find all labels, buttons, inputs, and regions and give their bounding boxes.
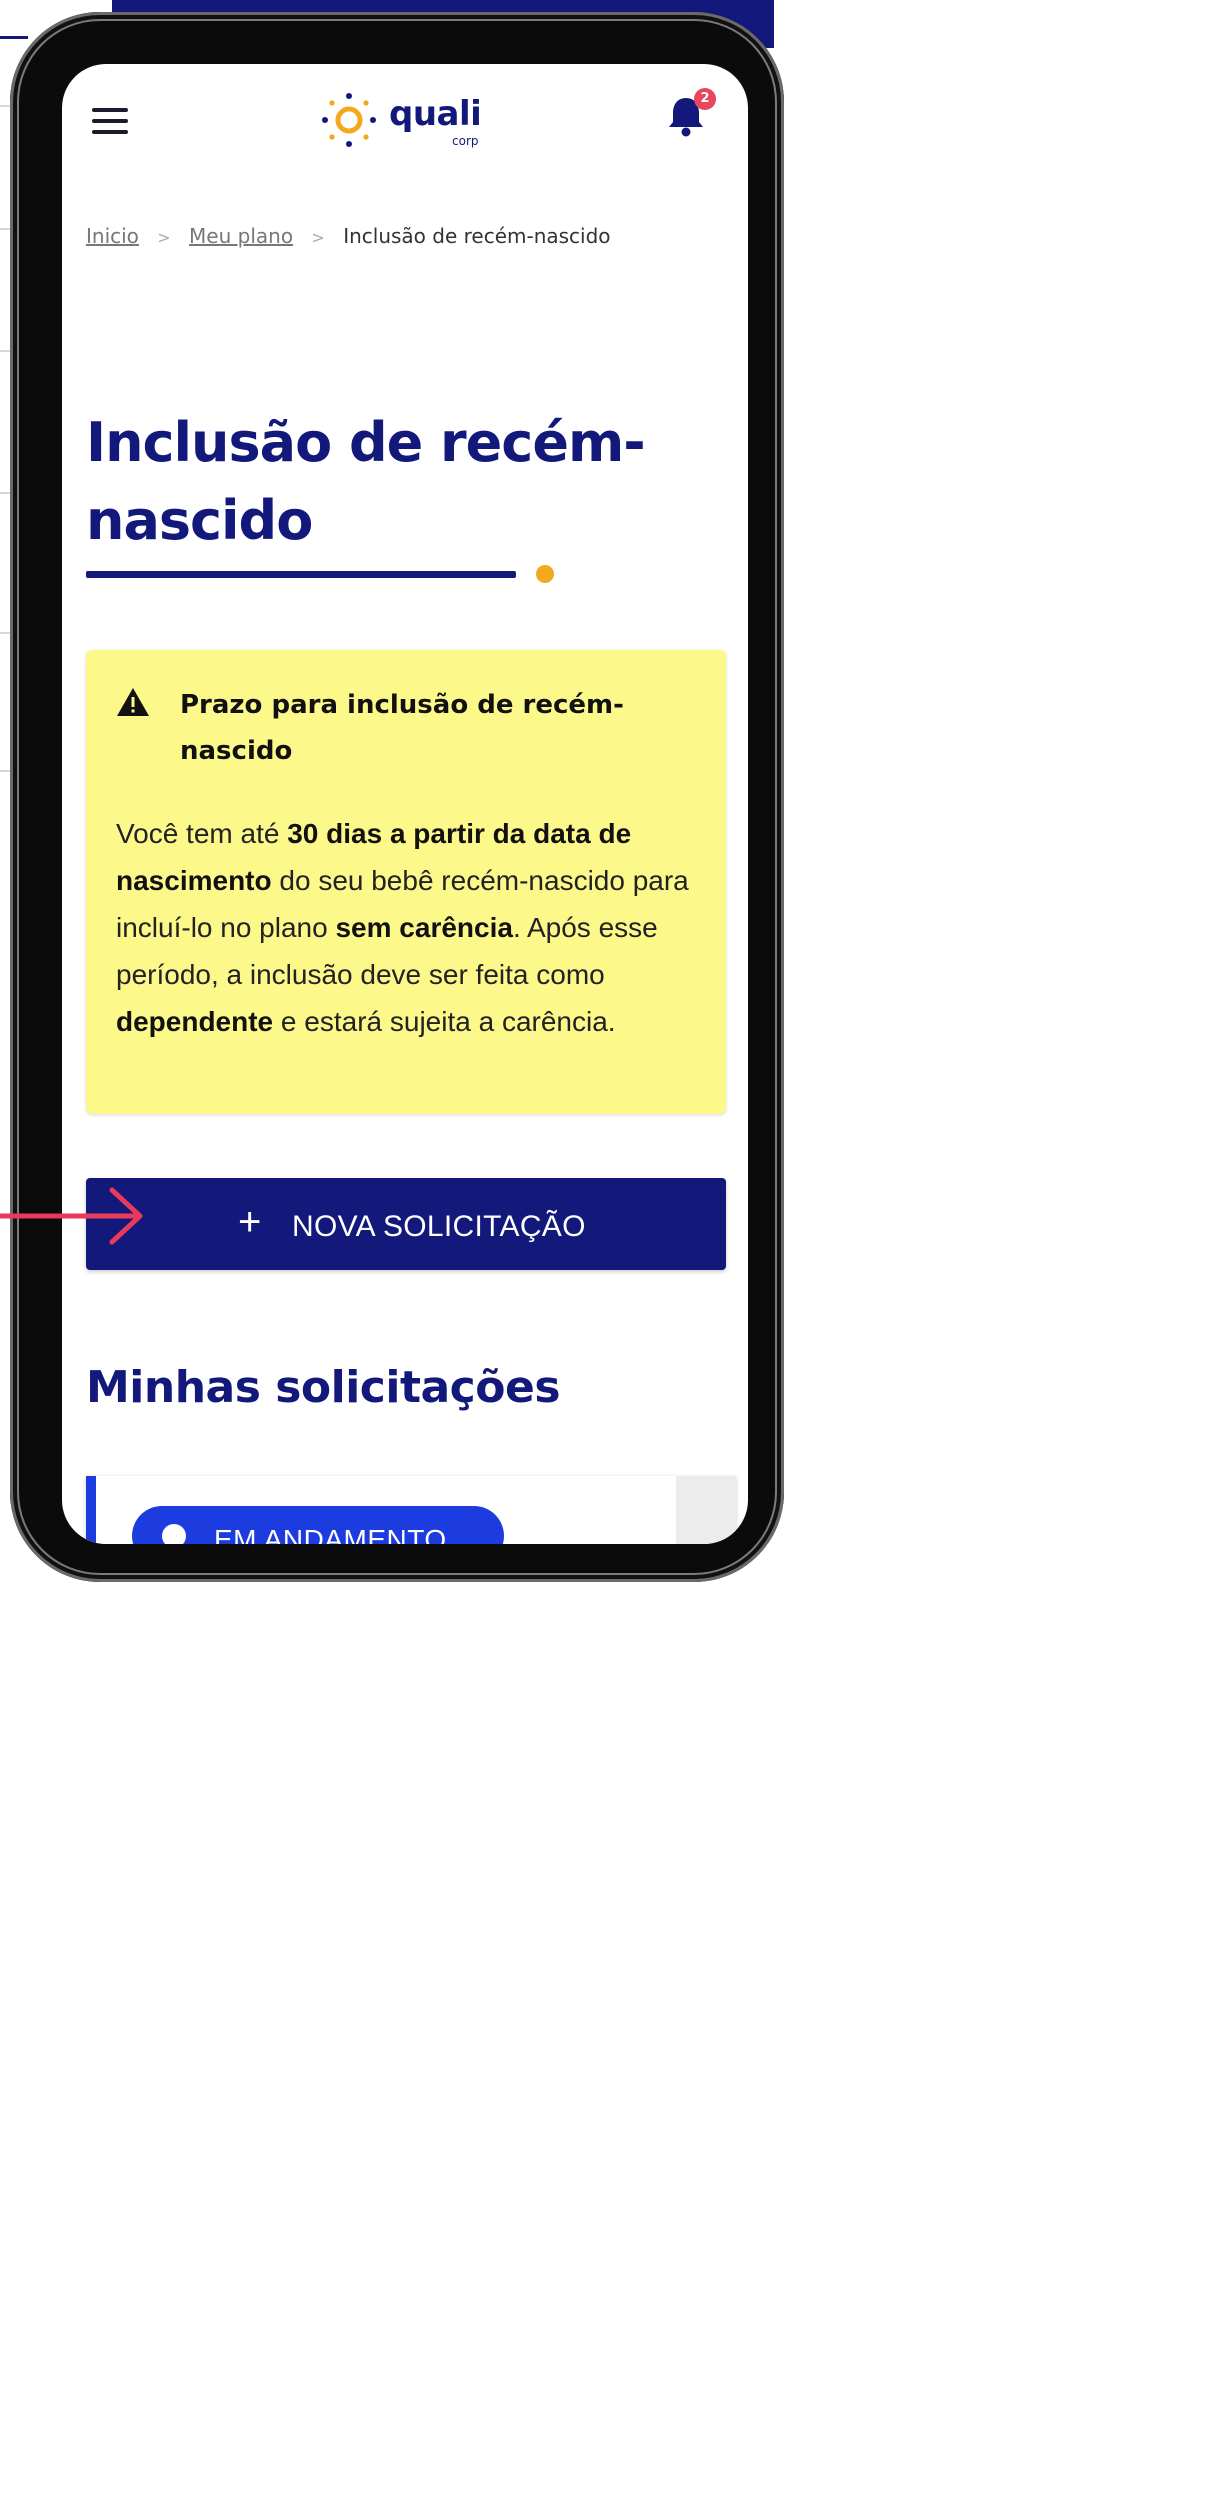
breadcrumb-current: Inclusão de recém-nascido <box>343 224 611 248</box>
clock-icon <box>162 1524 186 1544</box>
app-header: quali corp 2 <box>62 64 748 174</box>
phone-frame: quali corp 2 Inicio > Meu plano > Inclus… <box>10 12 784 1582</box>
breadcrumb-link-meu-plano[interactable]: Meu plano <box>189 224 293 248</box>
background-accent-line <box>0 36 28 39</box>
plus-icon: + <box>238 1200 262 1244</box>
phone-screen: quali corp 2 Inicio > Meu plano > Inclus… <box>62 64 748 1544</box>
alert-text-bold: dependente <box>116 1006 274 1037</box>
logo-subtext: corp <box>452 134 479 148</box>
deadline-alert: Prazo para inclusão de recém-nascido Voc… <box>86 650 726 1114</box>
alert-text: Você tem até <box>116 818 288 849</box>
breadcrumb-link-inicio[interactable]: Inicio <box>86 224 139 248</box>
page-title: Inclusão de recém-nascido <box>86 411 646 552</box>
new-request-label: NOVA SOLICITAÇÃO <box>292 1210 586 1243</box>
status-label: EM ANDAMENTO <box>214 1524 447 1544</box>
request-card[interactable]: EM ANDAMENTO <box>86 1476 736 1544</box>
warning-icon <box>117 688 149 716</box>
alert-text-bold: sem carência <box>335 912 513 943</box>
alert-body: Você tem até 30 dias a partir da data de… <box>116 810 701 1045</box>
logo-text: quali <box>389 94 482 134</box>
chevron-right-icon: > <box>311 228 325 247</box>
menu-icon[interactable] <box>92 108 128 134</box>
alert-title: Prazo para inclusão de recém-nascido <box>180 690 624 766</box>
card-side-panel <box>676 1476 736 1544</box>
requests-section-title: Minhas solicitações <box>86 1362 561 1413</box>
title-accent-dot <box>536 565 554 583</box>
status-badge: EM ANDAMENTO <box>132 1506 504 1544</box>
sun-logo-icon <box>322 93 376 147</box>
title-underline <box>86 571 516 578</box>
notification-badge: 2 <box>694 88 716 110</box>
chevron-right-icon: > <box>157 228 171 247</box>
breadcrumb: Inicio > Meu plano > Inclusão de recém-n… <box>86 224 611 248</box>
arrow-right-icon <box>0 1187 143 1245</box>
new-request-button[interactable]: + NOVA SOLICITAÇÃO <box>86 1178 726 1270</box>
alert-text: e estará sujeita a carência. <box>273 1006 616 1037</box>
logo[interactable]: quali corp <box>317 90 482 150</box>
